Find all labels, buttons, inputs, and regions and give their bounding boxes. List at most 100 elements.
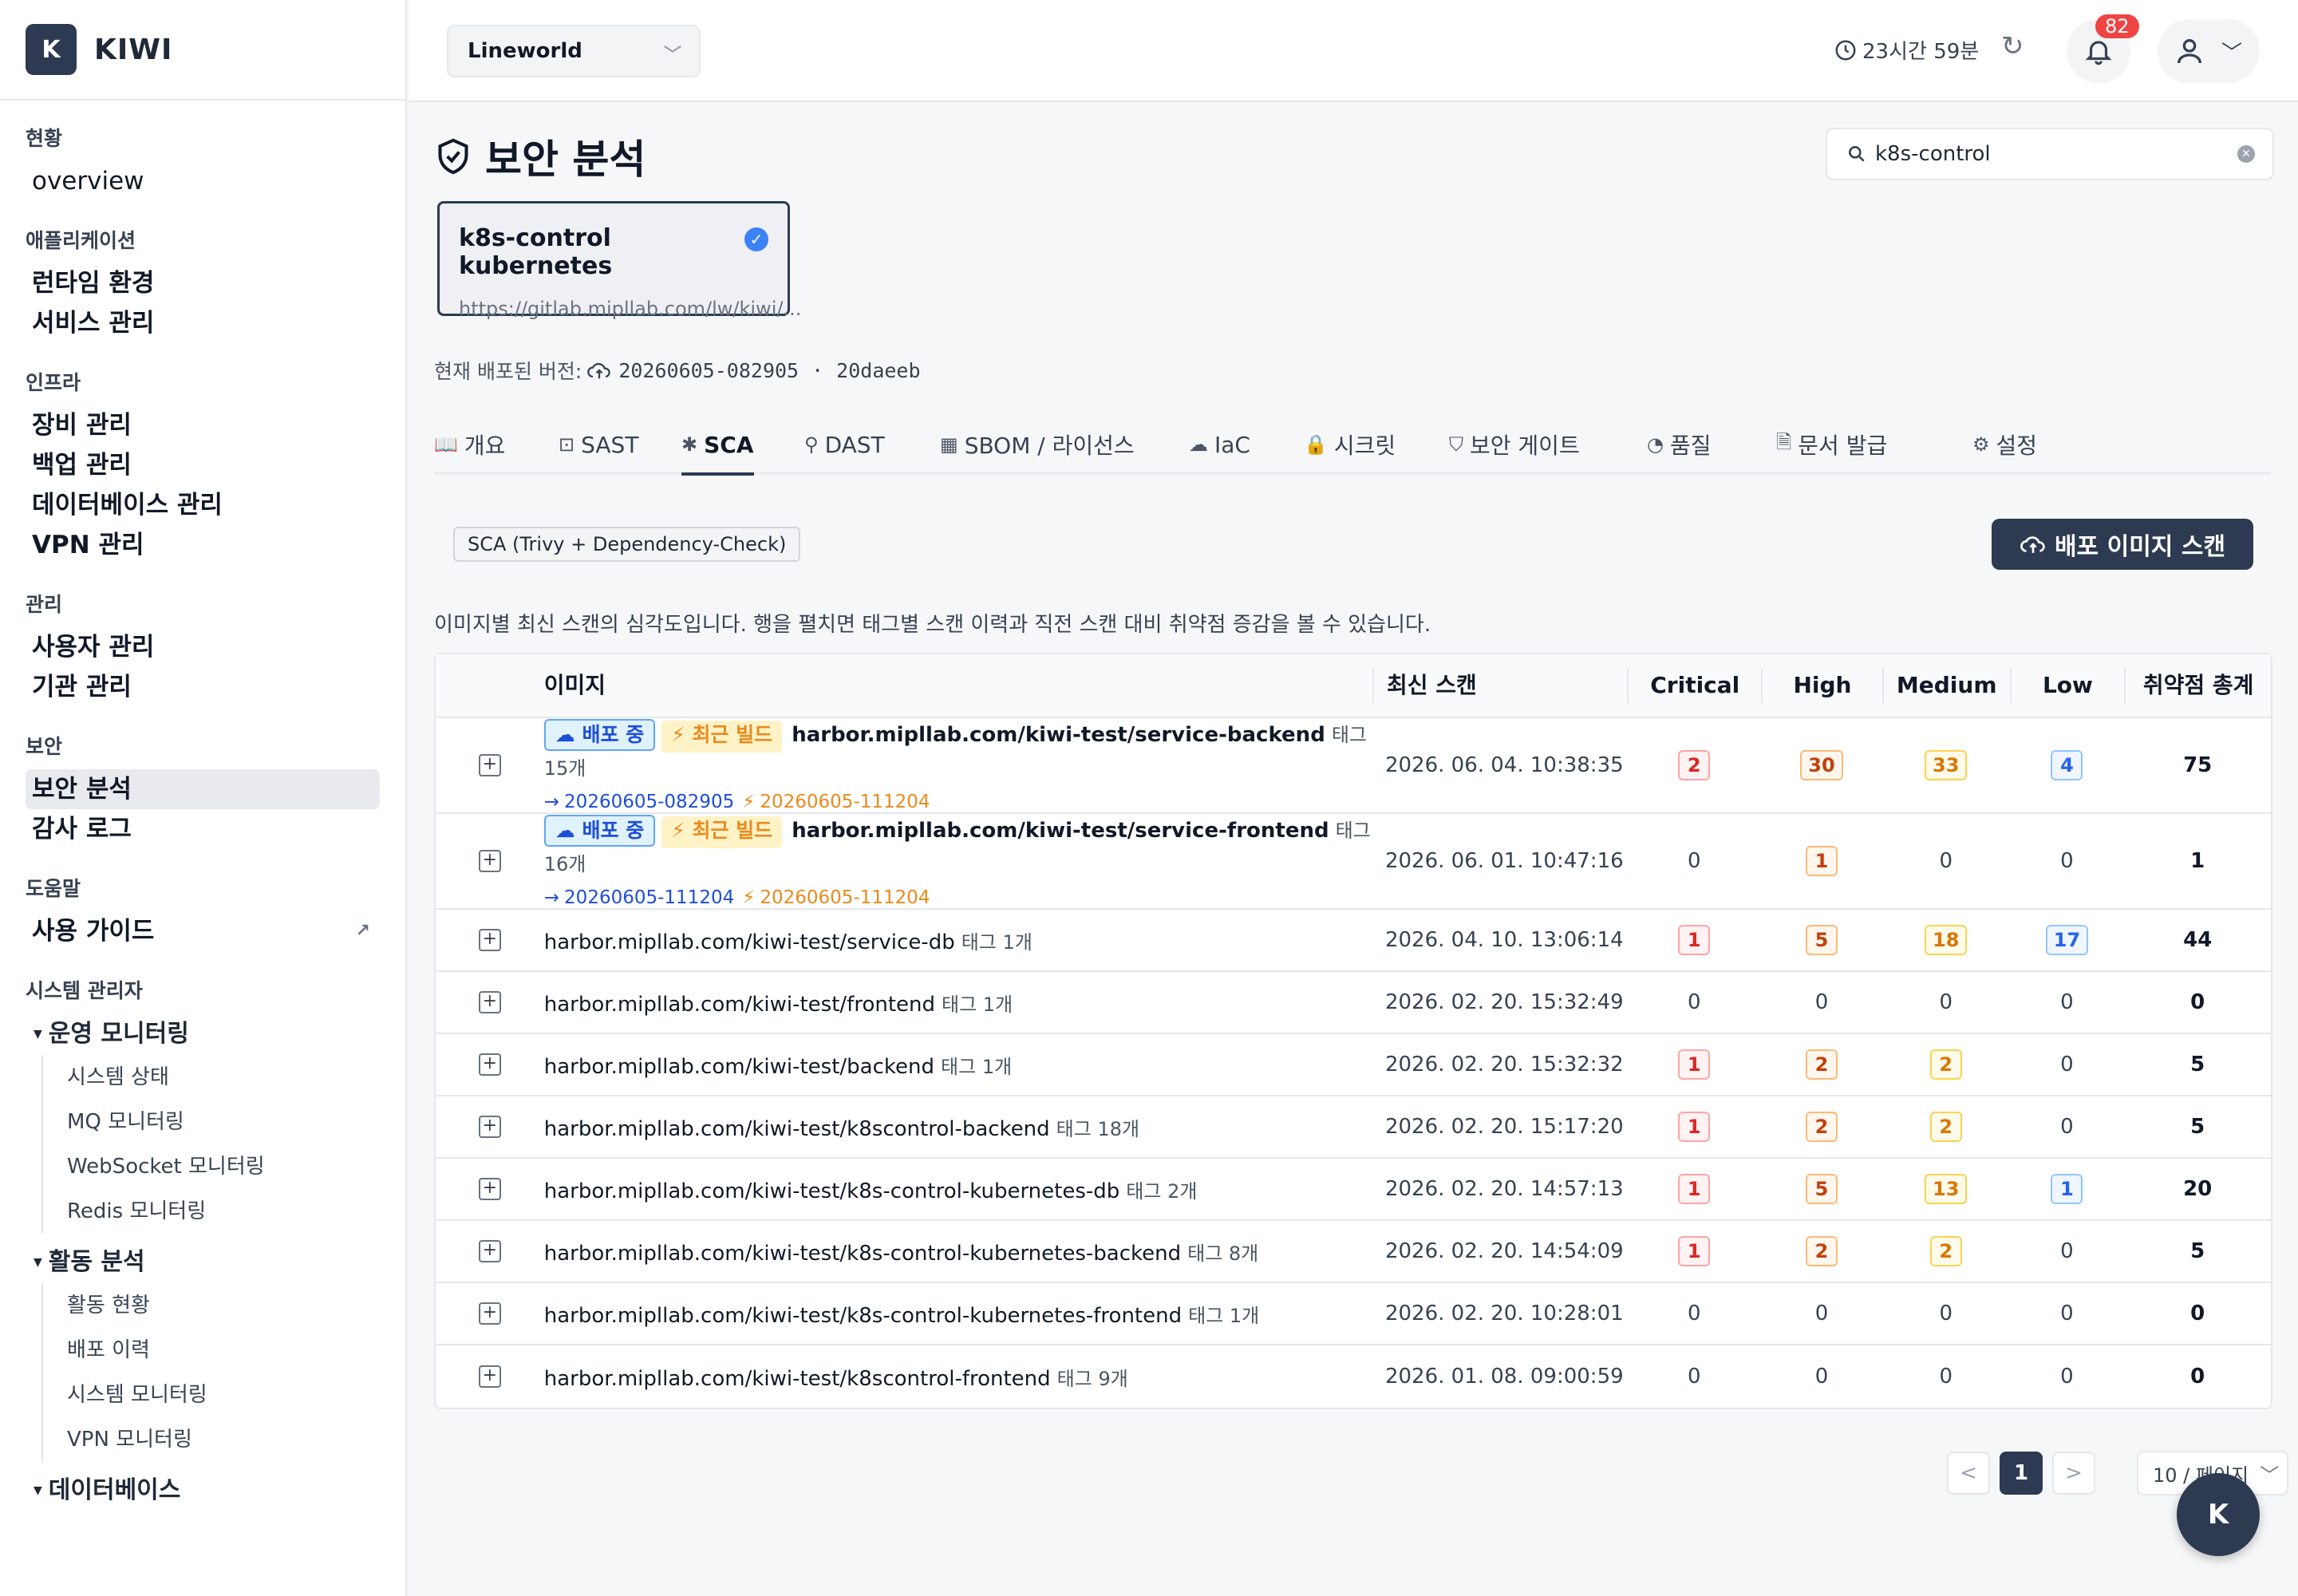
sidebar-item-websocket-monitoring[interactable]: WebSocket 모니터링 bbox=[67, 1144, 380, 1189]
image-name[interactable]: harbor.mipllab.com/kiwi-test/k8s-control… bbox=[544, 1242, 1181, 1266]
table-row[interactable]: + harbor.mipllab.com/kiwi-test/k8scontrol… bbox=[436, 1096, 2271, 1159]
expand-plus-icon[interactable]: + bbox=[478, 1116, 501, 1138]
sidebar-item-database[interactable]: 데이터베이스 관리 bbox=[26, 485, 380, 525]
next-page-button[interactable]: > bbox=[2052, 1452, 2095, 1495]
low-count: 0 bbox=[2060, 849, 2074, 873]
sidebar-group-activity-analysis[interactable]: ▼ 활동 분석 bbox=[26, 1242, 380, 1283]
expand-cell: + bbox=[436, 929, 544, 951]
sidebar-item-vpn-monitoring[interactable]: VPN 모니터링 bbox=[67, 1417, 380, 1462]
medium-cell: 18 bbox=[1882, 925, 2010, 955]
refresh-icon[interactable]: ↻ bbox=[2001, 30, 2024, 62]
sidebar-item-vpn[interactable]: VPN 관리 bbox=[26, 525, 380, 565]
header-low[interactable]: Low bbox=[2009, 668, 2125, 703]
scan-image-button[interactable]: 배포 이미지 스캔 bbox=[1992, 519, 2253, 570]
expand-plus-icon[interactable]: + bbox=[478, 929, 501, 951]
table-row[interactable]: + harbor.mipllab.com/kiwi-test/service-db… bbox=[436, 910, 2271, 972]
repo-card[interactable]: k8s-control kubernetes https://gitlab.mi… bbox=[437, 201, 801, 320]
project-select[interactable]: Lineworld ﹀ bbox=[447, 25, 701, 77]
tab-security-gate[interactable]: ⛉ 보안 게이트 bbox=[1449, 425, 1580, 464]
tab-iac[interactable]: ☁ IaC bbox=[1189, 425, 1250, 464]
sidebar-item-security-analysis[interactable]: 보안 분석 bbox=[26, 769, 380, 809]
chat-fab-button[interactable]: K bbox=[2177, 1473, 2260, 1556]
expand-cell: + bbox=[436, 1116, 544, 1138]
total-count: 1 bbox=[2190, 849, 2205, 873]
table-row[interactable]: + harbor.mipllab.com/kiwi-test/backend 태그 … bbox=[436, 1034, 2271, 1096]
header-image[interactable]: 이미지 bbox=[544, 668, 1372, 703]
tab-sast[interactable]: ⊡ SAST bbox=[559, 425, 638, 464]
sidebar-item-activity-status[interactable]: 활동 현황 bbox=[67, 1283, 380, 1328]
sidebar-item-system-status[interactable]: 시스템 상태 bbox=[67, 1055, 380, 1100]
table-row[interactable]: + ☁ 배포 중 ⚡ 최근 빌드 harbor.mipllab.com/kiwi-te… bbox=[436, 718, 2271, 814]
expand-plus-icon[interactable]: + bbox=[478, 1302, 501, 1325]
expand-plus-icon[interactable]: + bbox=[478, 1053, 501, 1076]
tag-count: 태그 9개 bbox=[1056, 1367, 1128, 1390]
sidebar-item-label: 런타임 환경 bbox=[32, 269, 155, 298]
image-name[interactable]: harbor.mipllab.com/kiwi-test/service-fro… bbox=[792, 819, 1329, 843]
table-row[interactable]: + harbor.mipllab.com/kiwi-test/k8scontrol… bbox=[436, 1345, 2271, 1408]
sidebar-item-system-monitoring[interactable]: 시스템 모니터링 bbox=[67, 1373, 380, 1417]
sidebar-group-ops-monitoring[interactable]: ▼ 운영 모니터링 bbox=[26, 1013, 380, 1055]
image-name[interactable]: harbor.mipllab.com/kiwi-test/k8s-control… bbox=[544, 1304, 1182, 1328]
expand-plus-icon[interactable]: + bbox=[478, 1178, 501, 1200]
header-expand bbox=[436, 668, 544, 703]
header-high[interactable]: High bbox=[1761, 668, 1882, 703]
expand-plus-icon[interactable]: + bbox=[478, 991, 501, 1013]
header-total[interactable]: 취약점 총계 bbox=[2124, 668, 2271, 703]
expand-plus-icon[interactable]: + bbox=[478, 1365, 501, 1388]
table-row[interactable]: + harbor.mipllab.com/kiwi-test/k8s-contro… bbox=[436, 1283, 2271, 1345]
image-name[interactable]: harbor.mipllab.com/kiwi-test/k8scontrol-… bbox=[544, 1117, 1050, 1141]
sidebar-item-redis-monitoring[interactable]: Redis 모니터링 bbox=[67, 1189, 380, 1234]
image-name[interactable]: harbor.mipllab.com/kiwi-test/frontend bbox=[544, 993, 935, 1017]
search-input[interactable]: k8s-control ✕ bbox=[1826, 128, 2274, 180]
prev-page-button[interactable]: < bbox=[1947, 1452, 1990, 1495]
high-count: 5 bbox=[1805, 1174, 1838, 1204]
tab-settings[interactable]: ⚙ 설정 bbox=[1972, 425, 2037, 464]
recent-build-tag: ⚡ 최근 빌드 bbox=[661, 816, 783, 848]
image-name[interactable]: harbor.mipllab.com/kiwi-test/service-db bbox=[544, 930, 955, 954]
critical-cell: 0 bbox=[1627, 1302, 1761, 1325]
tab-quality[interactable]: ◔ 품질 bbox=[1647, 425, 1711, 464]
header-critical[interactable]: Critical bbox=[1627, 668, 1761, 703]
image-name[interactable]: harbor.mipllab.com/kiwi-test/k8scontrol-… bbox=[544, 1367, 1051, 1391]
scan-date: 2026. 02. 20. 15:17:20 bbox=[1384, 1115, 1624, 1139]
expand-plus-icon[interactable]: + bbox=[478, 754, 501, 776]
tab-sca[interactable]: ✱ SCA bbox=[681, 425, 754, 476]
sidebar-item-orgs[interactable]: 기관 관리 bbox=[26, 667, 380, 707]
image-name[interactable]: harbor.mipllab.com/kiwi-test/backend bbox=[544, 1055, 934, 1079]
table-row[interactable]: + harbor.mipllab.com/kiwi-test/k8s-contro… bbox=[436, 1221, 2271, 1283]
sidebar-item-backup[interactable]: 백업 관리 bbox=[26, 445, 380, 485]
scan-date: 2026. 04. 10. 13:06:14 bbox=[1384, 928, 1624, 952]
image-name[interactable]: harbor.mipllab.com/kiwi-test/k8s-control… bbox=[544, 1179, 1120, 1203]
page-button[interactable]: 1 bbox=[2000, 1452, 2043, 1495]
user-menu[interactable]: ﹀ bbox=[2158, 19, 2260, 83]
expand-plus-icon[interactable]: + bbox=[478, 1240, 501, 1262]
tab-overview[interactable]: 📖 개요 bbox=[434, 425, 505, 464]
tab-secrets[interactable]: 🔒 시크릿 bbox=[1304, 425, 1396, 464]
tab-dast[interactable]: ⚲ DAST bbox=[804, 425, 885, 464]
version-label: 현재 배포된 버전: bbox=[434, 360, 582, 383]
image-cell: harbor.mipllab.com/kiwi-test/k8scontrol-… bbox=[544, 1113, 1372, 1141]
sidebar-item-mq-monitoring[interactable]: MQ 모니터링 bbox=[67, 1100, 380, 1144]
sidebar-item-services[interactable]: 서비스 관리 bbox=[26, 303, 380, 343]
sidebar-item-guide[interactable]: 사용 가이드 ↗ bbox=[26, 911, 380, 951]
sidebar-item-users[interactable]: 사용자 관리 bbox=[26, 627, 380, 667]
table-row[interactable]: + harbor.mipllab.com/kiwi-test/frontend 태그… bbox=[436, 972, 2271, 1034]
tab-documents[interactable]: 🗎 문서 발급 bbox=[1776, 425, 1887, 464]
expand-plus-icon[interactable]: + bbox=[478, 850, 501, 872]
logo-area[interactable]: K KIWI bbox=[0, 0, 405, 101]
expand-cell: + bbox=[436, 1365, 544, 1388]
sidebar-group-database[interactable]: ▼ 데이터베이스 bbox=[26, 1470, 380, 1511]
sidebar-item-audit-log[interactable]: 감사 로그 bbox=[26, 809, 380, 849]
tab-sbom[interactable]: ▦ SBOM / 라이선스 bbox=[940, 425, 1135, 464]
sidebar-item-deploy-history[interactable]: 배포 이력 bbox=[67, 1328, 380, 1373]
table-row[interactable]: + harbor.mipllab.com/kiwi-test/k8s-contro… bbox=[436, 1159, 2271, 1221]
sidebar-item-runtime[interactable]: 런타임 환경 bbox=[26, 263, 380, 303]
sidebar-item-devices[interactable]: 장비 관리 bbox=[26, 405, 380, 445]
clear-icon[interactable]: ✕ bbox=[2237, 145, 2255, 163]
table-row[interactable]: + ☁ 배포 중 ⚡ 최근 빌드 harbor.mipllab.com/kiwi-te… bbox=[436, 814, 2271, 910]
header-scan[interactable]: 최신 스캔 bbox=[1372, 668, 1627, 703]
image-name[interactable]: harbor.mipllab.com/kiwi-test/service-bac… bbox=[792, 723, 1325, 747]
low-count: 0 bbox=[2060, 1053, 2074, 1077]
sidebar-item-overview[interactable]: overview bbox=[26, 161, 380, 201]
header-medium[interactable]: Medium bbox=[1881, 668, 2010, 703]
